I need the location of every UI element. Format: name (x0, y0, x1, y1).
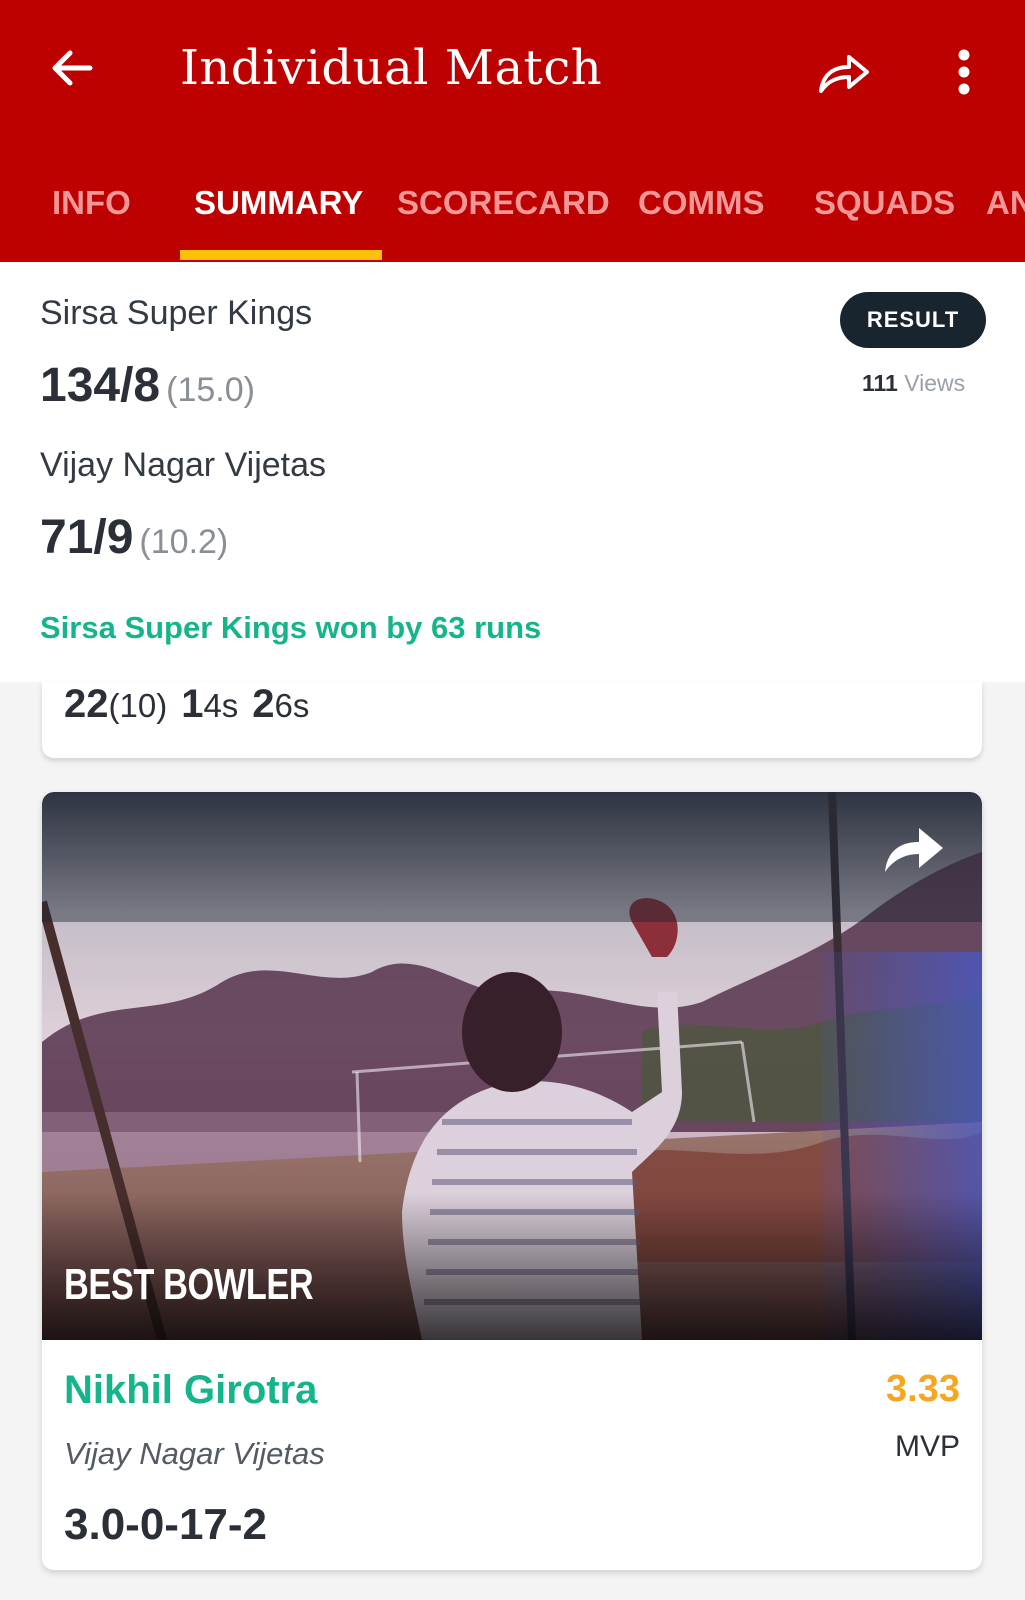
tab-info[interactable]: INFO (52, 184, 131, 222)
best-bowler-card[interactable]: BEST BOWLER Nikhil Girotra Vijay Nagar V… (42, 792, 982, 1570)
batter-fours-count: 1 (181, 682, 204, 726)
batter-fours-label: 4s (203, 687, 239, 724)
tab-summary[interactable]: SUMMARY (194, 184, 363, 222)
active-tab-indicator (180, 250, 382, 260)
tab-analysis[interactable]: AN (986, 184, 1025, 222)
best-batter-card[interactable]: 22(10) 14s 26s (42, 682, 982, 758)
mvp-value: 3.33 (886, 1368, 960, 1410)
card-share-button[interactable] (880, 818, 948, 878)
player-photo: BEST BOWLER (42, 792, 982, 1340)
views-count: 111 Views (862, 370, 965, 397)
share-icon (819, 55, 869, 93)
views-label: Views (904, 370, 966, 396)
more-options-button[interactable] (944, 44, 984, 100)
player-name[interactable]: Nikhil Girotra (64, 1368, 317, 1413)
team-2-runs: 71/9 (40, 511, 134, 564)
back-button[interactable] (44, 40, 100, 96)
team-1-runs: 134/8 (40, 359, 161, 412)
team-1-name: Sirsa Super Kings (40, 294, 313, 332)
status-badge: RESULT (840, 292, 986, 348)
team-2-overs: (10.2) (139, 523, 229, 561)
arrow-left-icon (52, 50, 93, 86)
batter-sixes-label: 6s (274, 687, 310, 724)
views-number: 111 (862, 370, 898, 396)
match-result-text: Sirsa Super Kings won by 63 runs (40, 610, 542, 645)
team-2-score: 71/9 (10.2) (40, 510, 228, 565)
page-title: Individual Match (180, 40, 603, 96)
batter-runs: 22 (64, 682, 109, 726)
batter-sixes-count: 2 (252, 682, 275, 726)
team-2-name: Vijay Nagar Vijetas (40, 446, 327, 484)
match-result-panel: Sirsa Super Kings 134/8 (15.0) Vijay Naga… (0, 262, 1025, 682)
app-bar: Individual Match INFO SUMMARY SCORECARD … (0, 0, 1025, 262)
tab-squads[interactable]: SQUADS (814, 184, 955, 222)
tab-scorecard[interactable]: SCORECARD (397, 184, 610, 222)
team-1-score: 134/8 (15.0) (40, 358, 255, 413)
team-1-overs: (15.0) (166, 371, 255, 409)
share-button[interactable] (814, 44, 874, 100)
mvp-label: MVP (894, 1430, 960, 1463)
batter-stats: 22(10) 14s 26s (64, 682, 323, 727)
tab-bar: INFO SUMMARY SCORECARD COMMS SQUADS AN (0, 170, 1025, 262)
tab-comms[interactable]: COMMS (638, 184, 765, 222)
player-photo-image (42, 792, 982, 1340)
batter-balls: (10) (108, 687, 168, 724)
bowling-figures: 3.0-0-17-2 (64, 1500, 268, 1549)
award-label: BEST BOWLER (64, 1260, 314, 1309)
more-vertical-icon (958, 49, 970, 95)
share-icon (885, 828, 943, 872)
player-team: Vijay Nagar Vijetas (64, 1436, 325, 1471)
